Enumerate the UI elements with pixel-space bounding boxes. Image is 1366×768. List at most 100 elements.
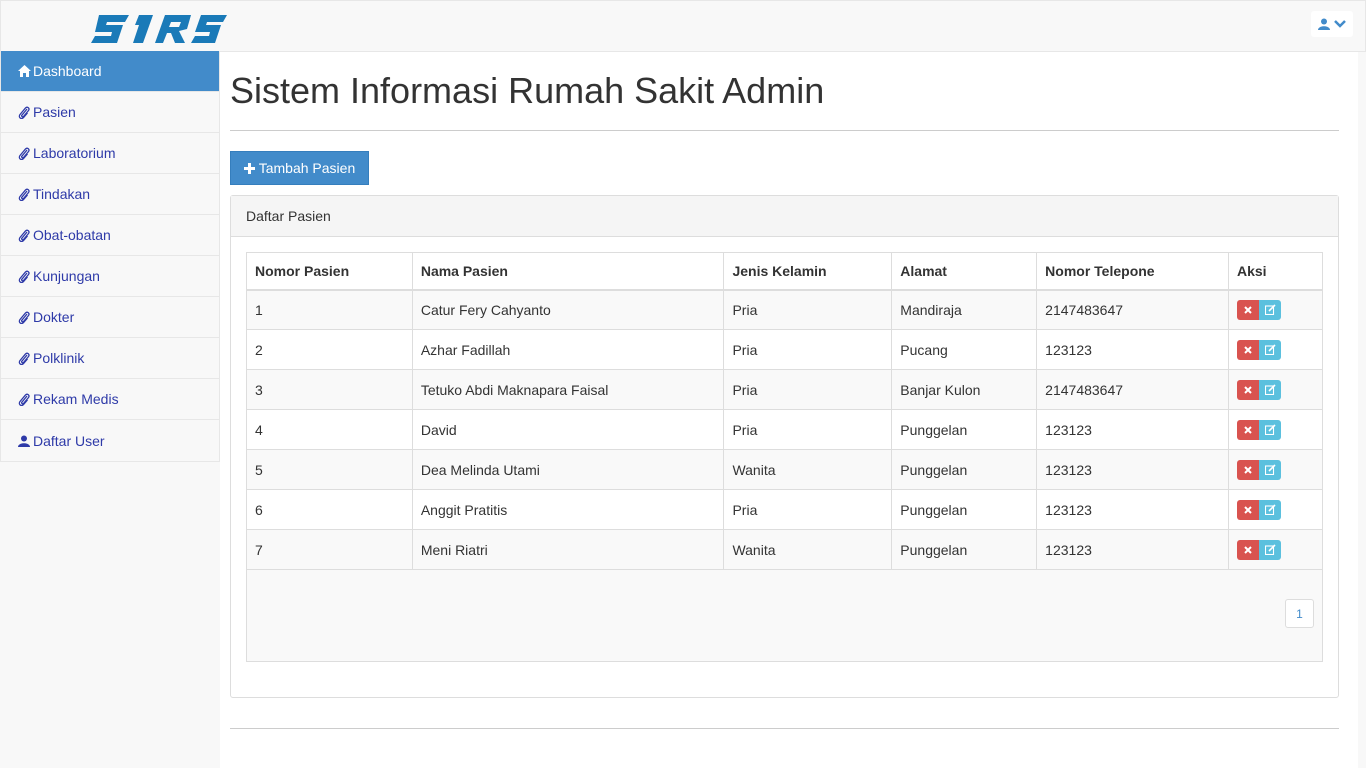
delete-button[interactable] [1237,499,1259,520]
actions-cell [1228,449,1323,490]
patient-list-panel: Daftar Pasien Nomor Pasien Nama Pasien Jen… [230,195,1339,698]
edit-icon [1264,344,1276,355]
table-cell: Pria [723,409,893,450]
row-actions [1237,299,1281,320]
delete-button[interactable] [1237,339,1259,360]
home-icon [17,64,31,78]
table-row: 7 Meni Riatri Wanita Punggelan 123123 [246,529,1323,570]
paperclip-icon [17,392,31,406]
sidebar-item-pasien[interactable]: Pasien [1,92,219,133]
table-cell: Azhar Fadillah [411,329,725,370]
edit-icon [1264,424,1276,435]
edit-button[interactable] [1259,539,1281,560]
table-cell: Wanita [723,529,893,570]
table-cell: Catur Fery Cahyanto [411,289,725,330]
paperclip-icon [17,105,31,119]
table-cell: 123123 [1036,489,1229,530]
sidebar-item-label: Polklinik [33,350,85,366]
edit-button[interactable] [1259,419,1281,440]
table-cell: 123123 [1036,409,1229,450]
plus-icon [243,162,255,174]
close-icon [1244,385,1252,394]
sidebar-item-label: Kunjungan [33,268,100,284]
close-icon [1244,545,1252,554]
user-icon [17,434,31,448]
table-cell: 5 [246,449,413,490]
sidebar-item-rekam-medis[interactable]: Rekam Medis [1,379,219,420]
table-cell: 123123 [1036,529,1229,570]
table-cell: Pria [723,329,893,370]
paperclip-icon [17,187,31,201]
table-cell: 1 [246,289,413,330]
paperclip-icon [17,228,31,242]
paperclip-icon [17,146,31,160]
table-row: 6 Anggit Pratitis Pria Punggelan 123123 [246,489,1323,530]
sirs-logo[interactable] [91,13,227,45]
table-cell: Pria [723,369,893,410]
edit-button[interactable] [1259,459,1281,480]
delete-button[interactable] [1237,379,1259,400]
table-row: 4 David Pria Punggelan 123123 [246,409,1323,450]
table-header-row: Nomor Pasien Nama Pasien Jenis Kelamin Alam… [246,252,1323,291]
table-cell: Punggelan [891,449,1038,490]
add-patient-button[interactable]: Tambah Pasien [230,151,369,185]
sidebar-item-obat-obatan[interactable]: Obat-obatan [1,215,219,256]
column-header: Nomor Telepone [1036,252,1229,291]
pagination-page-1[interactable]: 1 [1285,599,1314,628]
table-container: Nomor Pasien Nama Pasien Jenis Kelamin Alam… [246,252,1323,662]
patient-table: Nomor Pasien Nama Pasien Jenis Kelamin Alam… [246,252,1323,570]
table-cell: Punggelan [891,489,1038,530]
actions-cell [1228,369,1323,410]
sidebar-item-dashboard[interactable]: Dashboard [1,51,219,92]
delete-button[interactable] [1237,539,1259,560]
sidebar-item-label: Daftar User [33,432,105,449]
sidebar-item-label: Dokter [33,309,75,325]
table-cell: Tetuko Abdi Maknapara Faisal [411,369,725,410]
chevron-down-icon [1334,20,1346,28]
table-cell: David [411,409,725,450]
close-icon [1244,505,1252,514]
close-icon [1244,306,1252,314]
table-cell: 2147483647 [1036,289,1229,330]
delete-button[interactable] [1237,299,1259,320]
edit-button[interactable] [1259,299,1281,320]
top-navbar [0,0,1366,52]
user-icon [1318,18,1330,30]
row-actions [1237,539,1281,560]
edit-button[interactable] [1259,499,1281,520]
sidebar-item-dokter[interactable]: Dokter [1,297,219,338]
table-cell: Pria [723,489,893,530]
row-actions [1237,499,1281,520]
edit-button[interactable] [1259,379,1281,400]
table-cell: Dea Melinda Utami [411,449,725,490]
user-menu-button[interactable] [1311,11,1353,37]
table-row: 5 Dea Melinda Utami Wanita Punggelan 123123 [246,449,1323,490]
column-header: Jenis Kelamin [723,252,893,291]
table-cell: Wanita [723,449,893,490]
table-cell: Pria [723,289,893,330]
row-actions [1237,379,1281,400]
row-actions [1237,459,1281,480]
table-cell: Punggelan [891,529,1038,570]
sidebar-item-laboratorium[interactable]: Laboratorium [1,133,219,174]
delete-button[interactable] [1237,419,1259,440]
sidebar-item-kunjungan[interactable]: Kunjungan [1,256,219,297]
sidebar-item-daftar-user[interactable]: Daftar User [1,420,219,461]
column-header: Nomor Pasien [246,252,413,291]
row-actions [1237,339,1281,360]
divider [230,130,1339,131]
edit-icon [1264,464,1276,475]
close-icon [1244,425,1252,434]
table-cell: 3 [246,369,413,410]
delete-button[interactable] [1237,459,1259,480]
sidebar-item-polklinik[interactable]: Polklinik [1,338,219,379]
sidebar-item-label: Tindakan [33,186,91,202]
sidebar-item-label: Pasien [33,104,76,120]
actions-cell [1228,529,1323,570]
sidebar-item-tindakan[interactable]: Tindakan [1,174,219,215]
row-actions [1237,419,1281,440]
edit-button[interactable] [1259,339,1281,360]
close-icon [1244,345,1252,354]
column-header: Alamat [891,252,1038,291]
table-cell: 4 [246,409,413,450]
